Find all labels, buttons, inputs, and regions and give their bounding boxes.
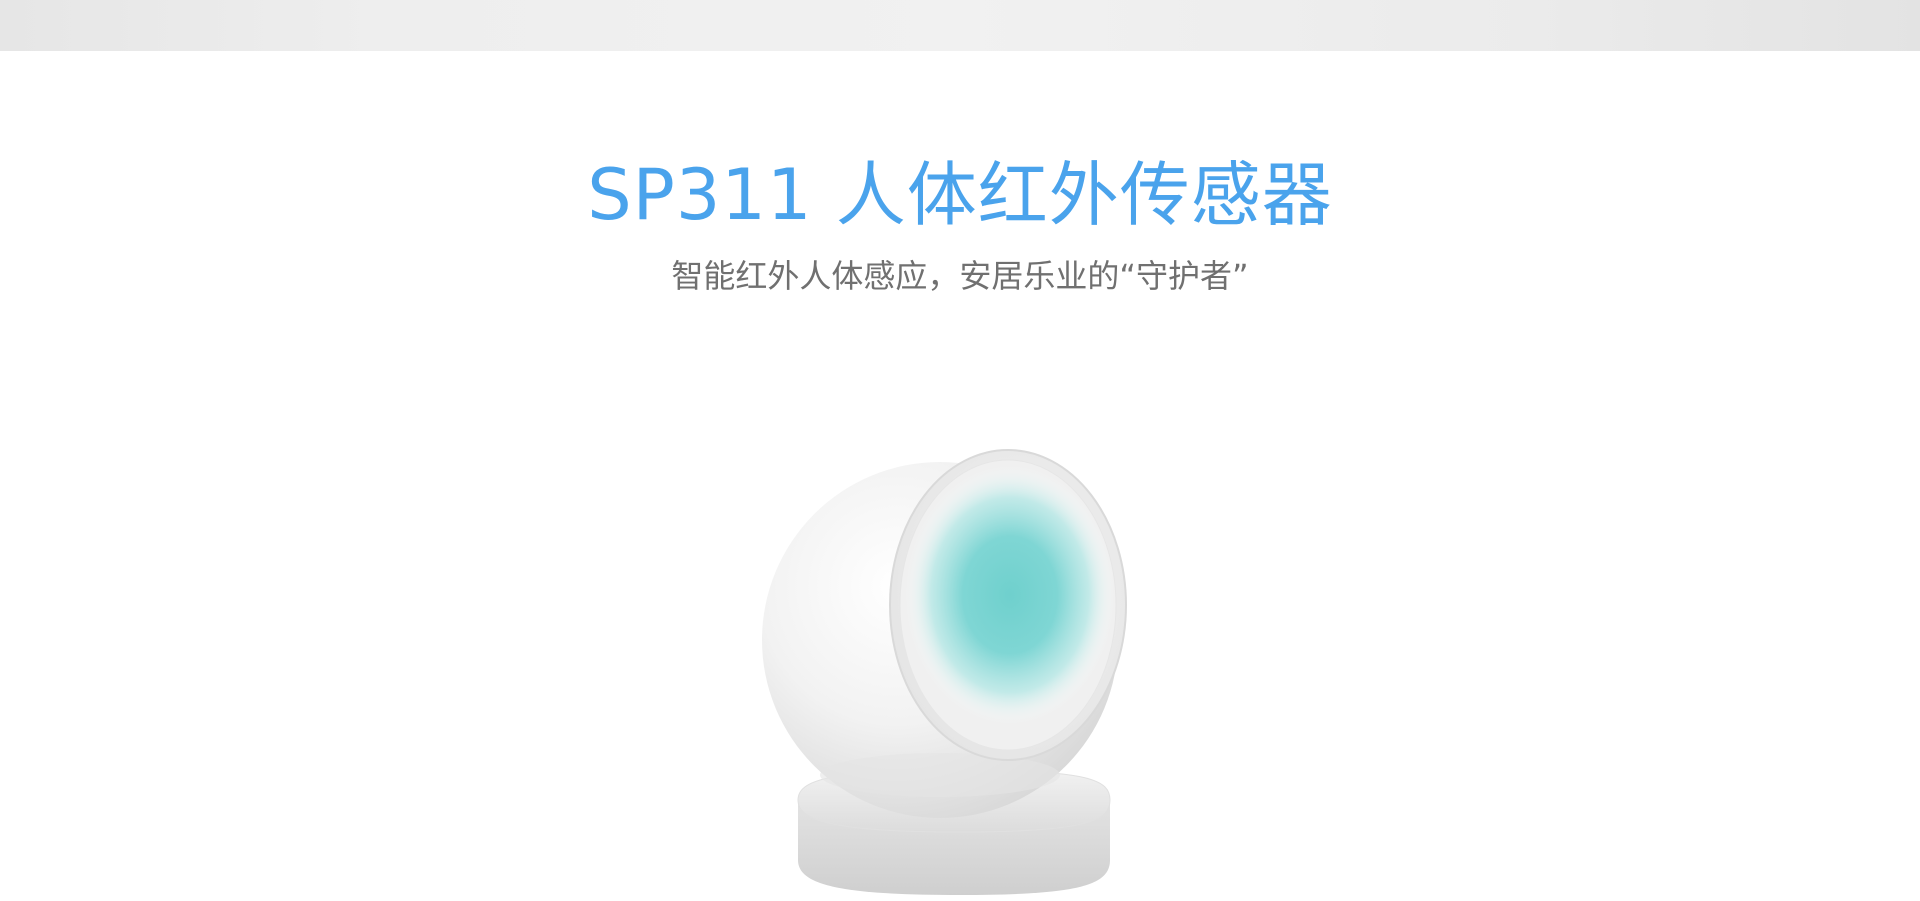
top-banner-strip: [0, 0, 1920, 51]
page-subtitle: 智能红外人体感应，安居乐业的“守护者”: [671, 257, 1249, 295]
page-title: SP311 人体红外传感器: [587, 154, 1333, 236]
product-page: SP311 人体红外传感器 智能红外人体感应，安居乐业的“守护者”: [0, 0, 1920, 901]
motion-sensor-product-image: [740, 440, 1180, 901]
motion-sensor-icon: [762, 449, 1127, 895]
